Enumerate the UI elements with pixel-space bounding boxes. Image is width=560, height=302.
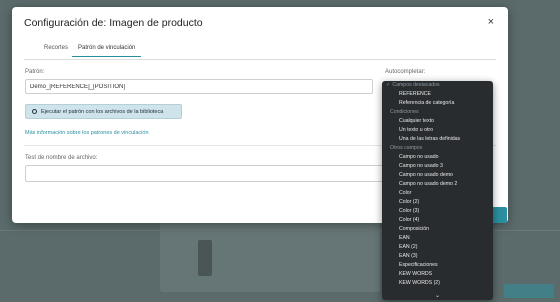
dropdown-option-label: EAN (2) [399,244,418,250]
dropdown-option-label: EAN (3) [399,253,418,259]
dropdown-group-label: Otros campos [390,145,423,151]
dropdown-option[interactable]: Color (2) [382,198,493,207]
tab-patron-vinculacion[interactable]: Patrón de vinculación [72,43,142,57]
dropdown-option-label: Referencia de categoría [399,100,455,106]
dropdown-option-label: Composición [399,226,429,232]
check-icon: ✓ [386,82,391,88]
dropdown-option[interactable]: Composición [382,225,493,234]
run-pattern-label: Ejecutar el patrón con los archivos de l… [41,108,164,115]
dropdown-option[interactable]: EAN (3) [382,252,493,261]
dropdown-option-label: Un texto u otro [399,127,434,133]
pattern-label: Patrón: [25,69,45,75]
dropdown-option[interactable]: Campo no usado [382,153,493,162]
dropdown-option-label: Campo no usado [399,154,439,160]
dropdown-option[interactable]: Cualquier texto [382,117,493,126]
dropdown-option-label: Campo no usado 3 [399,163,443,169]
close-icon[interactable]: × [488,16,494,28]
dropdown-option-label: Color (2) [399,199,420,205]
dropdown-option-label: Campo no usado demo 2 [399,181,458,187]
background-button [504,284,554,298]
dropdown-option[interactable]: Un texto u otro [382,126,493,135]
dropdown-option-label: Color [399,190,412,196]
dropdown-option-label: EAN [399,235,410,241]
dropdown-option-label: KEW WORDS [399,271,433,277]
dropdown-option[interactable]: Color (3) [382,207,493,216]
dropdown-option[interactable]: Especificaciones [382,261,493,270]
test-filename-label: Test de nombre de archivo: [25,155,98,161]
dropdown-option-label: Campo no usado demo [399,172,453,178]
dropdown-option-label: Color (3) [399,208,420,214]
dropdown-option[interactable]: EAN (2) [382,243,493,252]
dropdown-option[interactable]: Color (4) [382,216,493,225]
tab-bar: Recortes Patrón de vinculación [24,43,496,60]
dropdown-group-label: Condiciones [390,109,419,115]
dropdown-option-label: Cualquier texto [399,118,434,124]
dropdown-option-label: Una de las letras definidas [399,136,461,142]
dropdown-option[interactable]: Campo no usado 3 [382,162,493,171]
save-button-edge[interactable] [492,207,507,223]
background-product-thumbnail [198,240,212,276]
dropdown-option[interactable]: Color [382,189,493,198]
dropdown-option[interactable]: KEW WORDS (2) [382,279,493,288]
dropdown-option[interactable]: KEW WORDS [382,270,493,279]
dropdown-option[interactable]: Campo no usado demo [382,171,493,180]
circle-icon [32,109,37,114]
background-product-card [160,222,380,292]
dropdown-option-label: Color (4) [399,217,420,223]
autocomplete-dropdown[interactable]: ✓ Campos destacados REFERENCE Referencia de… [382,81,493,300]
dropdown-option-label: REFERENCE [399,91,431,97]
dropdown-group-header: Otros campos [382,144,493,153]
autocomplete-options: ✓ Campos destacados REFERENCE Referencia de… [382,81,493,288]
dropdown-option-label: Especificaciones [399,262,438,268]
dropdown-group-label: Campos destacados [392,82,440,88]
run-pattern-button[interactable]: Ejecutar el patrón con los archivos de l… [25,104,182,119]
more-info-link[interactable]: Más información sobre los patrones de vi… [25,130,149,136]
dropdown-group-header: Condiciones [382,108,493,117]
dropdown-group-header: ✓ Campos destacados [382,81,493,90]
dropdown-option[interactable]: Campo no usado demo 2 [382,180,493,189]
dropdown-option[interactable]: EAN [382,234,493,243]
modal-title: Configuración de: Imagen de producto [24,17,203,29]
autocomplete-label: Autocompletar: [385,69,426,75]
test-filename-input[interactable] [25,165,385,182]
dropdown-option-label: KEW WORDS (2) [399,280,440,286]
dropdown-option[interactable]: Una de las letras definidas [382,135,493,144]
dropdown-option[interactable]: Referencia de categoría [382,99,493,108]
tab-recortes[interactable]: Recortes [38,43,74,56]
chevron-down-icon[interactable]: ⌄ [382,292,493,299]
dropdown-option[interactable]: REFERENCE [382,90,493,99]
pattern-input[interactable] [25,79,373,94]
